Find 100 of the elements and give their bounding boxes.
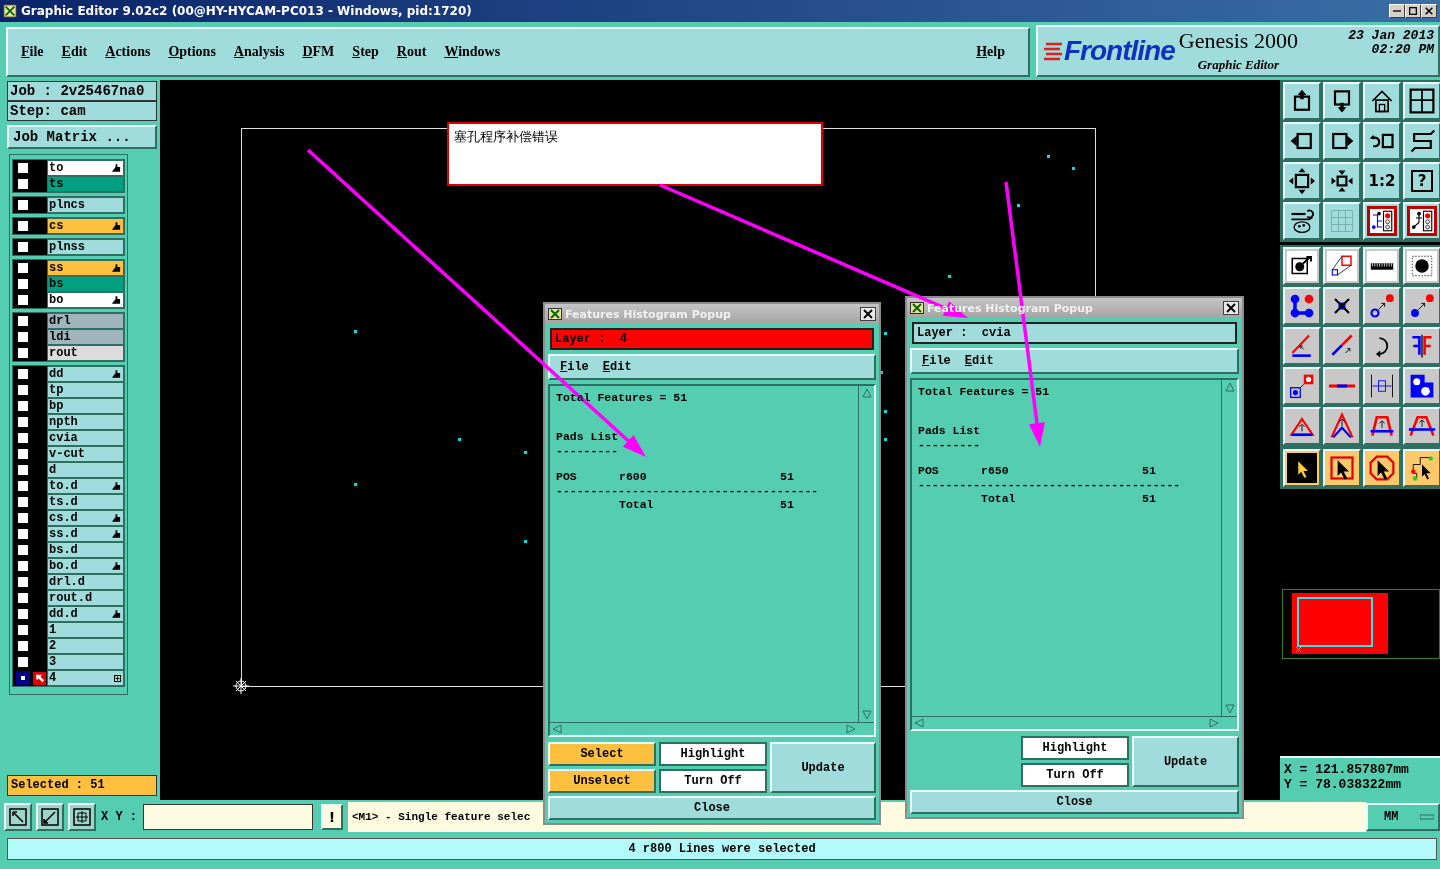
layer-checkbox[interactable] bbox=[16, 623, 30, 637]
layer-name[interactable]: d bbox=[47, 462, 124, 478]
layer-checkbox[interactable] bbox=[16, 367, 30, 381]
tool-button[interactable] bbox=[1363, 407, 1401, 445]
maximize-button[interactable] bbox=[1405, 4, 1421, 18]
tool-button[interactable] bbox=[1363, 122, 1401, 160]
layer-name[interactable]: drl bbox=[47, 313, 124, 329]
menu-item[interactable]: DFM bbox=[293, 44, 344, 60]
layer-name[interactable]: rout.d bbox=[47, 590, 124, 606]
tool-button[interactable] bbox=[1283, 367, 1321, 405]
layer-checkbox[interactable] bbox=[16, 293, 30, 307]
layer-checkbox[interactable] bbox=[16, 655, 30, 669]
units-dropdown[interactable]: MM bbox=[1366, 803, 1440, 831]
layer-checkbox[interactable] bbox=[16, 277, 30, 291]
job-matrix-button[interactable]: Job Matrix ... bbox=[7, 125, 157, 149]
layer-name[interactable]: cvia bbox=[47, 430, 124, 446]
layer-checkbox[interactable] bbox=[16, 261, 30, 275]
tool-button[interactable] bbox=[1283, 202, 1321, 240]
tool-button[interactable] bbox=[68, 803, 96, 831]
layer-checkbox[interactable] bbox=[16, 383, 30, 397]
layer-checkbox[interactable] bbox=[16, 463, 30, 477]
layer-name[interactable]: to bbox=[47, 160, 124, 176]
tool-button[interactable] bbox=[1403, 247, 1440, 285]
menu-item[interactable]: Rout bbox=[387, 44, 436, 60]
popup-button[interactable]: Highlight bbox=[1021, 736, 1129, 760]
tool-button[interactable] bbox=[1283, 287, 1321, 325]
layer-checkbox[interactable] bbox=[16, 527, 30, 541]
tool-button[interactable] bbox=[1403, 122, 1440, 160]
popup-button[interactable]: Unselect bbox=[548, 769, 656, 793]
layer-checkbox[interactable] bbox=[16, 671, 30, 685]
menu-item[interactable]: File bbox=[922, 354, 951, 368]
layer-checkbox[interactable] bbox=[16, 479, 30, 493]
layer-name[interactable]: ts bbox=[47, 176, 124, 192]
layer-checkbox[interactable] bbox=[16, 161, 30, 175]
tool-button[interactable] bbox=[36, 803, 64, 831]
menu-item[interactable]: Edit bbox=[602, 360, 632, 374]
popup-button[interactable]: Update bbox=[1132, 736, 1239, 787]
popup-button[interactable]: Select bbox=[548, 742, 656, 766]
layer-name[interactable]: dd.d bbox=[47, 606, 124, 622]
layer-name[interactable]: bs bbox=[47, 276, 124, 292]
layer-name[interactable]: ts.d bbox=[47, 494, 124, 510]
layer-name[interactable]: tp bbox=[47, 382, 124, 398]
tool-button[interactable] bbox=[1323, 407, 1361, 445]
popup-button[interactable]: Close bbox=[548, 796, 876, 820]
layer-name[interactable]: drl.d bbox=[47, 574, 124, 590]
layer-checkbox[interactable] bbox=[16, 177, 30, 191]
tool-button[interactable] bbox=[1283, 449, 1321, 487]
coordinate-input-field[interactable] bbox=[143, 804, 313, 830]
popup-button[interactable]: Update bbox=[770, 742, 876, 793]
layer-checkbox[interactable] bbox=[16, 447, 30, 461]
layer-name[interactable]: ss.d bbox=[47, 526, 124, 542]
scale-button[interactable]: 1:2 bbox=[1363, 162, 1401, 200]
menu-item[interactable]: File bbox=[560, 360, 589, 374]
layer-name[interactable]: 4 bbox=[47, 670, 124, 686]
layer-checkbox[interactable] bbox=[16, 575, 30, 589]
layer-name[interactable]: plncs bbox=[47, 197, 124, 213]
layer-name[interactable]: 1 bbox=[47, 622, 124, 638]
layer-checkbox[interactable] bbox=[16, 314, 30, 328]
layer-checkbox[interactable] bbox=[16, 559, 30, 573]
layer-name[interactable]: plnss bbox=[47, 239, 124, 255]
tool-button[interactable] bbox=[1403, 327, 1440, 365]
close-button[interactable] bbox=[860, 307, 876, 321]
tool-button[interactable] bbox=[1363, 202, 1401, 240]
layer-name[interactable]: ss bbox=[47, 260, 124, 276]
tool-button[interactable] bbox=[1363, 367, 1401, 405]
layer-checkbox[interactable] bbox=[16, 591, 30, 605]
layer-name[interactable]: bo.d bbox=[47, 558, 124, 574]
tool-button[interactable] bbox=[1363, 247, 1401, 285]
tool-button[interactable] bbox=[1403, 407, 1440, 445]
layer-checkbox[interactable] bbox=[16, 198, 30, 212]
layer-name[interactable]: rout bbox=[47, 345, 124, 361]
tool-button[interactable] bbox=[1283, 82, 1321, 120]
popup-button[interactable]: Turn Off bbox=[1021, 763, 1129, 787]
layer-name[interactable]: cs bbox=[47, 218, 124, 234]
tool-button[interactable] bbox=[1403, 287, 1440, 325]
tool-button[interactable] bbox=[1283, 327, 1321, 365]
alert-button[interactable]: ! bbox=[321, 804, 343, 830]
menu-item[interactable]: Edit bbox=[964, 354, 994, 368]
layer-checkbox[interactable] bbox=[16, 399, 30, 413]
tool-button[interactable] bbox=[1283, 407, 1321, 445]
menu-item[interactable]: Edit bbox=[52, 44, 97, 60]
layer-name[interactable]: bo bbox=[47, 292, 124, 308]
layer-name[interactable]: bp bbox=[47, 398, 124, 414]
menu-item[interactable]: File bbox=[12, 44, 53, 60]
close-button[interactable] bbox=[1223, 301, 1239, 315]
popup-button[interactable]: Close bbox=[910, 790, 1239, 814]
tool-button[interactable] bbox=[1363, 287, 1401, 325]
popup-button[interactable]: Turn Off bbox=[659, 769, 767, 793]
tool-button[interactable] bbox=[1323, 122, 1361, 160]
tool-button[interactable] bbox=[1283, 162, 1321, 200]
layer-name[interactable]: cs.d bbox=[47, 510, 124, 526]
tool-button[interactable] bbox=[1323, 327, 1361, 365]
layer-checkbox[interactable] bbox=[16, 607, 30, 621]
tool-button[interactable] bbox=[1283, 122, 1321, 160]
layer-checkbox[interactable] bbox=[16, 330, 30, 344]
layer-name[interactable]: v-cut bbox=[47, 446, 124, 462]
layer-name[interactable]: dd bbox=[47, 366, 124, 382]
tool-button[interactable] bbox=[1403, 82, 1440, 120]
tool-button[interactable] bbox=[1403, 202, 1440, 240]
layer-checkbox[interactable] bbox=[16, 219, 30, 233]
